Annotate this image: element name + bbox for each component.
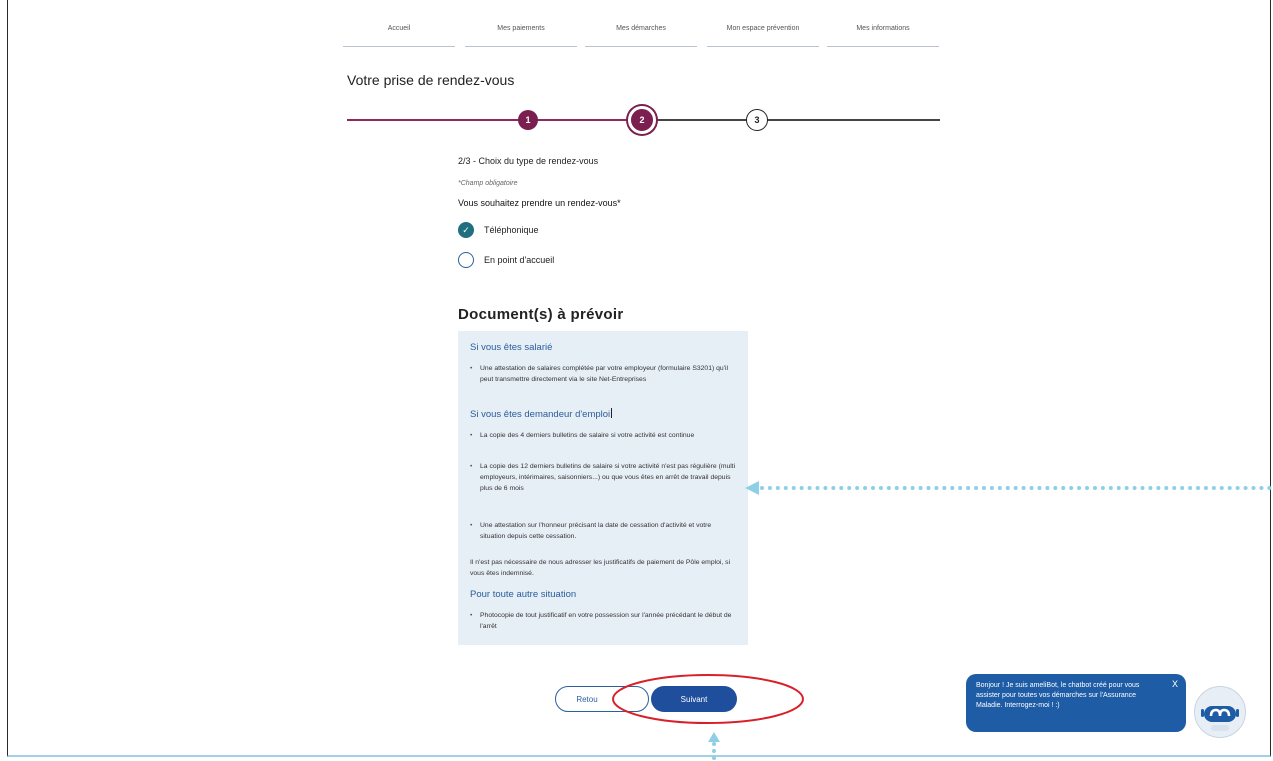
stepper-step-1: 1 [518,110,538,130]
stepper-progress-remaining [643,119,940,121]
radio-label: Téléphonique [484,225,539,235]
list-item: Une attestation de salaires complétée pa… [470,363,738,385]
nav-tab-accueil[interactable]: Accueil [343,22,455,47]
close-icon[interactable]: X [1172,679,1178,689]
list-item: La copie des 4 derniers bulletins de sal… [470,430,738,441]
documents-title: Document(s) à prévoir [458,306,624,323]
nav-tab-prevention[interactable]: Mon espace prévention [707,22,819,47]
list-item: Une attestation sur l'honneur précisant … [470,520,738,542]
page-title: Votre prise de rendez-vous [347,72,515,88]
text-cursor-icon [611,408,613,418]
annotation-arrowhead-icon [745,481,759,495]
appointment-type-question: Vous souhaitez prendre un rendez-vous* [458,198,621,208]
section-note: Il n'est pas nécessaire de nous adresser… [470,559,731,577]
chatbot-bubble[interactable]: Bonjour ! Je suis ameliBot, le chatbot c… [966,674,1186,732]
section-heading-demandeur-emploi: Si vous êtes demandeur d'emploi [470,408,613,420]
chatbot-avatar[interactable] [1194,686,1246,738]
list-item: La copie des 12 derniers bulletins de sa… [470,461,738,494]
highlight-ellipse [612,674,804,724]
section-heading-salarie: Si vous êtes salarié [470,342,553,353]
section-heading-autre-situation: Pour toute autre situation [470,589,577,600]
top-navigation: Accueil Mes paiements Mes démarches Mon … [343,22,943,50]
radio-label: En point d'accueil [484,255,555,265]
stepper-step-3: 3 [746,109,768,131]
nav-tab-paiements[interactable]: Mes paiements [465,22,577,47]
documents-panel: Si vous êtes salarié Une attestation de … [458,331,748,645]
nav-tab-demarches[interactable]: Mes démarches [585,22,697,47]
required-field-note: *Champ obligatoire [458,180,518,187]
annotation-arrow-line [760,486,1272,490]
radio-unchecked-icon[interactable] [458,252,474,268]
radio-checked-icon[interactable]: ✓ [458,222,474,238]
stepper-progress-done [347,119,643,121]
chatbot-message: Bonjour ! Je suis ameliBot, le chatbot c… [976,682,1140,709]
robot-icon [1201,706,1239,731]
stepper-step-2-current: 2 [628,106,656,134]
annotation-arrow-line [712,742,716,760]
list-item: Photocopie de tout justificatif en votre… [470,610,738,632]
radio-option-point-accueil[interactable]: En point d'accueil [458,252,554,268]
step-heading: 2/3 - Choix du type de rendez-vous [458,156,599,166]
nav-tab-informations[interactable]: Mes informations [827,22,939,47]
annotation-arrowhead-icon [708,732,720,742]
radio-option-telephonique[interactable]: ✓ Téléphonique [458,222,539,238]
